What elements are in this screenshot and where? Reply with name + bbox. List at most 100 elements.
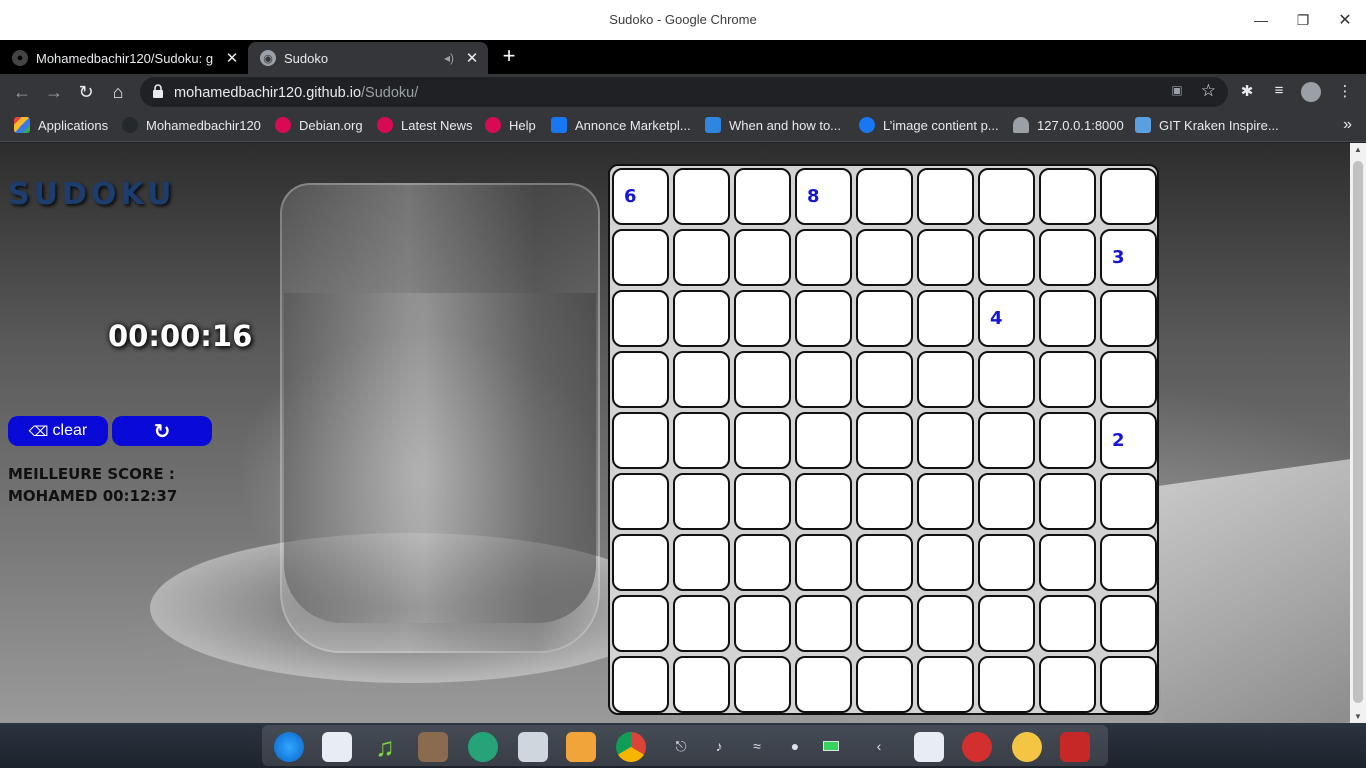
sudoku-cell[interactable] <box>673 595 730 652</box>
sudoku-cell[interactable] <box>978 595 1035 652</box>
media-control-icon[interactable]: ≡ <box>1268 82 1290 99</box>
bookmark-image[interactable]: L’image contient p... <box>859 117 999 133</box>
sudoku-cell[interactable] <box>856 290 913 347</box>
sudoku-cell[interactable] <box>1039 656 1096 713</box>
sudoku-cell[interactable]: 4 <box>978 290 1035 347</box>
bookmark-annonce[interactable]: Annonce Marketpl... <box>551 117 691 133</box>
sudoku-cell[interactable] <box>1100 656 1157 713</box>
sudoku-cell[interactable] <box>1039 229 1096 286</box>
bookmark-applications[interactable]: Applications <box>14 117 108 133</box>
close-tab-icon[interactable]: ✕ <box>462 49 482 67</box>
sudoku-cell[interactable] <box>734 656 791 713</box>
sudoku-cell[interactable] <box>978 473 1035 530</box>
sudoku-cell[interactable] <box>795 534 852 591</box>
sudoku-cell[interactable] <box>978 168 1035 225</box>
sudoku-cell[interactable] <box>734 168 791 225</box>
sudoku-cell[interactable] <box>795 351 852 408</box>
sudoku-cell[interactable] <box>795 229 852 286</box>
reload-icon[interactable]: ↻ <box>74 80 98 104</box>
sudoku-cell[interactable] <box>612 656 669 713</box>
profile-avatar[interactable] <box>1300 82 1322 106</box>
sudoku-cell[interactable] <box>1039 595 1096 652</box>
sudoku-cell[interactable] <box>612 473 669 530</box>
scroll-down-icon[interactable]: ▼ <box>1350 712 1366 721</box>
bookmark-localhost[interactable]: 127.0.0.1:8000 <box>1013 117 1124 133</box>
sudoku-cell[interactable] <box>856 168 913 225</box>
sudoku-cell[interactable] <box>1039 473 1096 530</box>
sudoku-cell[interactable] <box>1039 168 1096 225</box>
sudoku-cell[interactable] <box>673 473 730 530</box>
app-store-icon[interactable] <box>322 732 352 762</box>
sudoku-cell[interactable] <box>734 412 791 469</box>
sublime-text-icon[interactable] <box>566 732 596 762</box>
bookmark-when-how[interactable]: When and how to... <box>705 117 841 133</box>
sudoku-cell[interactable] <box>673 534 730 591</box>
restart-button[interactable]: ↻ <box>112 416 212 446</box>
bookmark-github[interactable]: Mohamedbachir120 <box>122 117 261 133</box>
settings-icon[interactable] <box>468 732 498 762</box>
sudoku-cell[interactable] <box>795 473 852 530</box>
home-icon[interactable]: ⌂ <box>106 80 130 104</box>
sudoku-cell[interactable] <box>856 412 913 469</box>
sudoku-cell[interactable] <box>917 351 974 408</box>
tab-github[interactable]: ● Mohamedbachir120/Sudoku: g ✕ <box>0 42 248 74</box>
sudoku-cell[interactable] <box>734 290 791 347</box>
sudoku-cell[interactable] <box>917 595 974 652</box>
translate-icon[interactable]: ▣ <box>1168 83 1186 101</box>
sudoku-cell[interactable] <box>1100 351 1157 408</box>
extensions-icon[interactable]: ✱ <box>1236 82 1258 100</box>
minimize-icon[interactable]: — <box>1246 8 1276 32</box>
scrollbar-thumb[interactable] <box>1353 161 1363 703</box>
sudoku-cell[interactable] <box>673 351 730 408</box>
trash-icon[interactable] <box>1060 732 1090 762</box>
sudoku-cell[interactable] <box>917 534 974 591</box>
sudoku-cell[interactable] <box>917 168 974 225</box>
volume-icon[interactable]: ♪ <box>708 738 730 758</box>
video-icon[interactable] <box>418 732 448 762</box>
close-tab-icon[interactable]: ✕ <box>222 49 242 67</box>
sudoku-cell[interactable]: 6 <box>612 168 669 225</box>
sudoku-cell[interactable] <box>612 595 669 652</box>
notification-icon[interactable]: ● <box>784 738 806 758</box>
sudoku-cell[interactable] <box>856 229 913 286</box>
bookmark-debian[interactable]: Debian.org <box>275 117 363 133</box>
sudoku-cell[interactable] <box>795 412 852 469</box>
deepin-launcher-icon[interactable] <box>274 732 304 762</box>
sudoku-cell[interactable] <box>795 290 852 347</box>
mute-icon[interactable]: ◂) <box>444 51 454 65</box>
bookmark-latest-news[interactable]: Latest News <box>377 117 473 133</box>
sudoku-cell[interactable] <box>978 534 1035 591</box>
sudoku-cell[interactable] <box>1100 473 1157 530</box>
sudoku-cell[interactable] <box>1039 412 1096 469</box>
power-icon[interactable] <box>962 732 992 762</box>
bookmark-help[interactable]: Help <box>485 117 536 133</box>
sudoku-cell[interactable] <box>612 351 669 408</box>
sudoku-cell[interactable] <box>734 229 791 286</box>
sudoku-cell[interactable] <box>1100 595 1157 652</box>
address-bar[interactable]: mohamedbachir120.github.io/Sudoku/ ▣ ☆ <box>140 77 1228 107</box>
sudoku-cell[interactable] <box>917 229 974 286</box>
sudoku-cell[interactable] <box>734 351 791 408</box>
bookmark-star-icon[interactable]: ☆ <box>1201 81 1216 101</box>
sudoku-cell[interactable]: 2 <box>1100 412 1157 469</box>
sudoku-cell[interactable] <box>673 290 730 347</box>
sudoku-cell[interactable] <box>1100 168 1157 225</box>
sudoku-cell[interactable] <box>856 656 913 713</box>
sudoku-cell[interactable] <box>612 290 669 347</box>
usb-icon[interactable]: ⎋ <box>670 738 692 758</box>
sudoku-cell[interactable]: 3 <box>1100 229 1157 286</box>
close-window-icon[interactable]: ✕ <box>1330 8 1360 32</box>
sudoku-cell[interactable] <box>978 229 1035 286</box>
chrome-icon[interactable] <box>616 732 646 762</box>
wifi-icon[interactable]: ≈ <box>746 738 768 758</box>
new-tab-button[interactable]: + <box>496 44 522 70</box>
sudoku-cell[interactable] <box>917 412 974 469</box>
forward-icon[interactable]: → <box>42 80 66 104</box>
sudoku-cell[interactable] <box>1100 290 1157 347</box>
sudoku-cell[interactable] <box>673 229 730 286</box>
page-scrollbar[interactable]: ▲ ▼ <box>1350 143 1366 723</box>
more-bookmarks-icon[interactable]: » <box>1343 116 1352 134</box>
sudoku-cell[interactable] <box>612 412 669 469</box>
sudoku-cell[interactable] <box>1039 534 1096 591</box>
file-manager-icon[interactable] <box>518 732 548 762</box>
